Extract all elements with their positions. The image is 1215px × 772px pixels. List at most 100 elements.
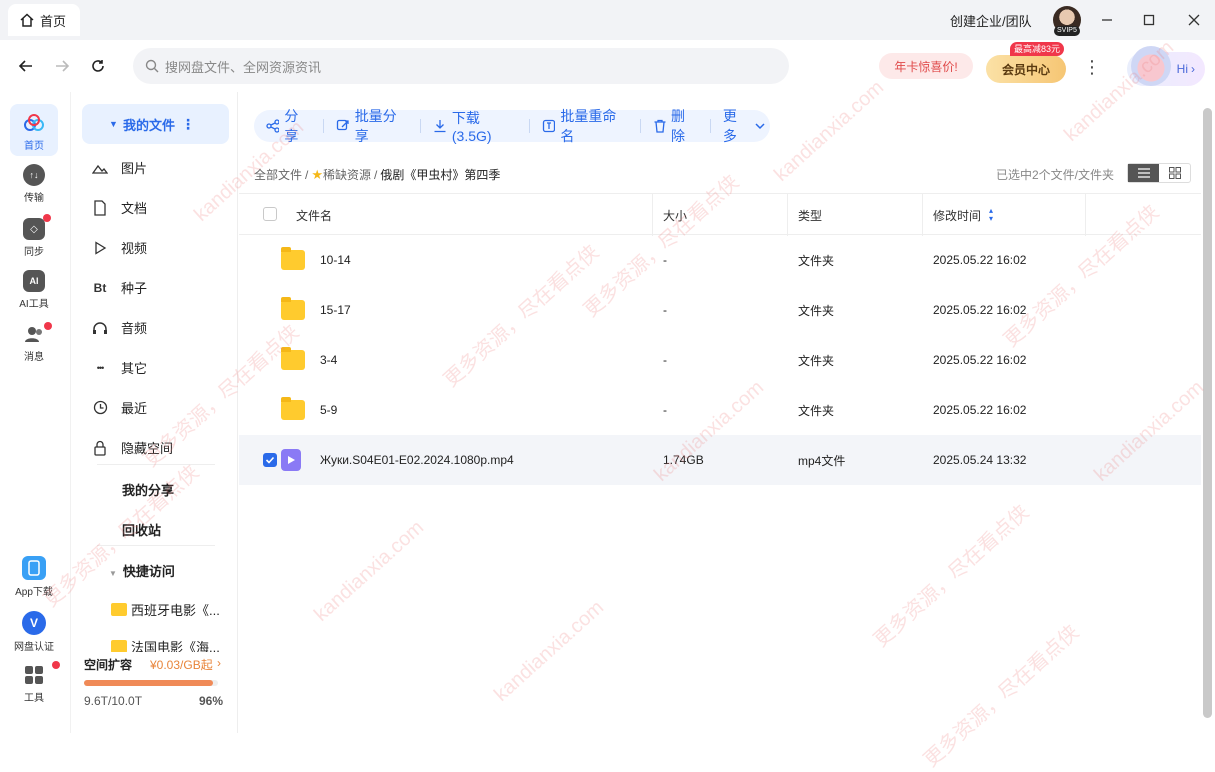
row-file-name[interactable]: Жуки.S04E01-E02.2024.1080p.mp4: [320, 435, 514, 485]
quick-access-item[interactable]: 西班牙电影《...: [111, 600, 221, 619]
download-button[interactable]: 下载(3.5G): [433, 108, 517, 144]
action-label: 更多: [722, 108, 737, 144]
rail-label-app-download: App下载: [15, 587, 53, 598]
action-label: 下载(3.5G): [451, 110, 492, 144]
row-file-type: 文件夹: [798, 253, 835, 268]
sidebar-label: 种子: [121, 281, 148, 296]
breadcrumb-folder[interactable]: 稀缺资源: [323, 166, 371, 183]
more-actions-button[interactable]: 更多: [723, 106, 770, 146]
sync-notification-dot: [43, 214, 51, 222]
storage-panel[interactable]: 空间扩容 ¥0.03/GB起 ›: [84, 656, 224, 673]
create-org-link[interactable]: 创建企业/团队: [950, 0, 1032, 40]
tools-icon: [23, 664, 45, 686]
quick-access-label: 法国电影《海...: [131, 640, 220, 652]
sidebar-label: 文档: [121, 201, 148, 216]
message-notification-dot: [44, 322, 52, 330]
column-mtime[interactable]: 修改时间 ▴ ▾: [933, 194, 993, 236]
action-separator: [323, 119, 325, 133]
sidebar-item-audio[interactable]: 音频: [93, 318, 148, 337]
table-row[interactable]: 10-14 - 文件夹 2025.05.22 16:02: [239, 235, 1201, 285]
sidebar-item-other[interactable]: ••• 其它: [97, 358, 148, 377]
sidebar-item-recent[interactable]: 最近: [93, 398, 147, 417]
sidebar-item-my-share[interactable]: 我的分享: [122, 480, 174, 499]
maximize-icon: [1143, 14, 1155, 26]
breadcrumb-root[interactable]: 全部文件: [254, 166, 302, 183]
row-file-name[interactable]: 10-14: [320, 235, 351, 285]
selection-info: 已选中2个文件/文件夹: [996, 168, 1115, 182]
sidebar-item-videos[interactable]: 视频: [95, 238, 147, 257]
row-icon-cell: [281, 335, 305, 385]
action-label: 批量分享: [354, 108, 397, 144]
clock-icon: [92, 400, 108, 416]
list-icon: [1137, 168, 1150, 178]
sidebar-item-recycle-bin[interactable]: 回收站: [122, 520, 161, 539]
quick-access-item[interactable]: 法国电影《海...: [111, 640, 221, 652]
more-vertical-icon: ⋮: [1083, 56, 1101, 77]
row-file-name[interactable]: 15-17: [320, 285, 351, 335]
rail-item-tools[interactable]: 工具: [10, 664, 58, 704]
refresh-button[interactable]: [88, 56, 108, 76]
arrow-left-icon: [18, 60, 32, 72]
rail-label-transfer: 传输: [24, 193, 44, 204]
list-view-button[interactable]: [1128, 164, 1159, 182]
rail-item-transfer[interactable]: ↑↓ 传输: [10, 164, 58, 204]
delete-button[interactable]: 删除: [653, 106, 698, 146]
scrollbar[interactable]: [1203, 108, 1212, 718]
more-menu-button[interactable]: ⋮: [1082, 55, 1102, 79]
grid-view-button[interactable]: [1159, 164, 1190, 182]
column-type[interactable]: 类型: [798, 194, 822, 236]
storage-price: ¥0.03/GB起: [150, 658, 213, 672]
row-icon-cell: [281, 435, 301, 485]
rail-item-verify[interactable]: V 网盘认证: [10, 611, 58, 653]
batch-rename-button[interactable]: 批量重命名: [542, 106, 628, 146]
quick-access-header[interactable]: ▼ 快捷访问: [109, 561, 175, 580]
rail-item-app-download[interactable]: App下载: [10, 556, 58, 598]
promo-button[interactable]: 年卡惊喜价!: [879, 53, 973, 79]
sort-icon: ▴ ▾: [989, 206, 994, 223]
batch-share-button[interactable]: 批量分享: [336, 106, 408, 146]
assistant-button[interactable]: Hi ›: [1127, 46, 1205, 86]
chevron-right-icon: ›: [1191, 62, 1195, 76]
row-file-name[interactable]: 3-4: [320, 335, 337, 385]
select-all-checkbox[interactable]: [263, 207, 277, 221]
table-row[interactable]: Жуки.S04E01-E02.2024.1080p.mp4 1.74GB mp4文…: [239, 435, 1201, 485]
sidebar-item-my-files[interactable]: ▼ 我的文件 ⋮: [82, 104, 229, 144]
table-row[interactable]: 3-4 - 文件夹 2025.05.22 16:02: [239, 335, 1201, 385]
rail-label-tools: 工具: [24, 693, 44, 704]
sidebar-divider: [97, 464, 215, 465]
batch-share-icon: [337, 119, 349, 131]
tab-home[interactable]: 首页: [8, 4, 80, 36]
table-row[interactable]: 5-9 - 文件夹 2025.05.22 16:02: [239, 385, 1201, 435]
minimize-button[interactable]: [1097, 10, 1117, 30]
sidebar-item-hidden-space[interactable]: 隐藏空间: [94, 438, 173, 457]
row-checkbox[interactable]: [263, 453, 277, 467]
back-button[interactable]: [16, 56, 36, 76]
video-file-icon: [281, 449, 301, 471]
table-row[interactable]: 15-17 - 文件夹 2025.05.22 16:02: [239, 285, 1201, 335]
sidebar-item-images[interactable]: 图片: [92, 158, 147, 177]
vip-center-button[interactable]: 会员中心: [986, 55, 1066, 83]
sidebar-label: 其它: [121, 361, 148, 376]
column-separator: [922, 194, 923, 236]
rail-item-home[interactable]: 首页: [10, 104, 58, 156]
torrent-icon: Bt: [93, 280, 107, 295]
column-name[interactable]: 文件名: [296, 194, 332, 236]
download-icon: [434, 120, 446, 133]
sidebar-item-documents[interactable]: 文档: [94, 198, 148, 217]
column-size[interactable]: 大小: [663, 194, 687, 236]
close-button[interactable]: [1184, 10, 1204, 30]
search-input[interactable]: 搜网盘文件、全网资源资讯: [133, 48, 789, 84]
rail-item-ai[interactable]: AI AI工具: [10, 270, 58, 310]
rail-item-message[interactable]: 消息: [10, 323, 58, 363]
rail-item-sync[interactable]: ◇ 同步: [10, 218, 58, 258]
tools-notification-dot: [52, 661, 60, 669]
forward-button[interactable]: [52, 56, 72, 76]
maximize-button[interactable]: [1139, 10, 1159, 30]
sidebar-item-torrents[interactable]: Bt 种子: [94, 278, 148, 297]
svip-badge: SVIP5: [1054, 26, 1080, 36]
sidebar-label: 音频: [121, 321, 148, 336]
folder-icon: [111, 603, 127, 616]
row-file-name[interactable]: 5-9: [320, 385, 337, 435]
title-bar: 首页 创建企业/团队 SVIP5: [0, 0, 1215, 40]
share-button[interactable]: 分享: [266, 106, 311, 146]
